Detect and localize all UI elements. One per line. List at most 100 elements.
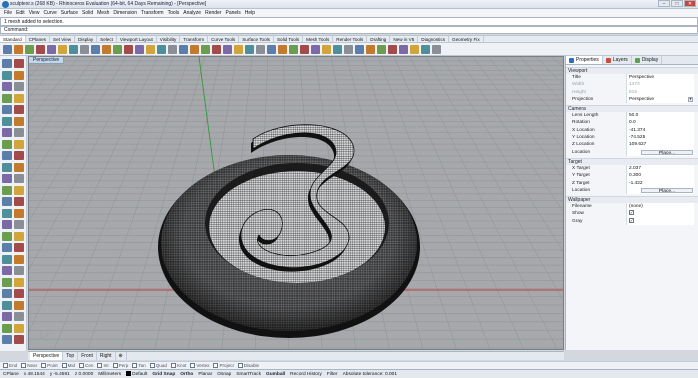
- property-value-title[interactable]: Perspective: [626, 74, 694, 82]
- viewtab-front[interactable]: Front: [78, 352, 97, 360]
- tab-set-view[interactable]: Set View: [50, 36, 76, 42]
- toolbar-tool-icon[interactable]: [388, 44, 397, 54]
- toolbar-tool-icon[interactable]: [25, 44, 34, 54]
- left-tool-icon[interactable]: [2, 128, 12, 137]
- left-tool-icon[interactable]: [14, 174, 24, 183]
- tab-display-panel[interactable]: Display: [632, 56, 663, 64]
- menu-render[interactable]: Render: [205, 10, 221, 16]
- menu-dimension[interactable]: Dimension: [113, 10, 137, 16]
- toolbar-tool-icon[interactable]: [212, 44, 221, 54]
- left-tool-icon[interactable]: [2, 243, 12, 252]
- tab-viewport-layout[interactable]: Viewport Layout: [117, 36, 157, 42]
- chevron-down-icon[interactable]: ▼: [688, 96, 693, 102]
- toolbar-tool-icon[interactable]: [278, 44, 287, 54]
- menu-solid[interactable]: Solid: [82, 10, 93, 16]
- toolbar-tool-icon[interactable]: [179, 44, 188, 54]
- toolbar-tool-icon[interactable]: [245, 44, 254, 54]
- osnap-near[interactable]: Near: [21, 363, 37, 368]
- place-button[interactable]: Place...: [641, 187, 693, 194]
- osnap-checkbox[interactable]: [132, 363, 138, 368]
- menu-view[interactable]: View: [29, 10, 40, 16]
- toolbar-tool-icon[interactable]: [69, 44, 78, 54]
- toolbar-tool-icon[interactable]: [355, 44, 364, 54]
- property-value-x-location[interactable]: -41.374: [626, 126, 694, 135]
- toolbar-tool-icon[interactable]: [234, 44, 243, 54]
- tab-mesh-tools[interactable]: Mesh Tools: [303, 36, 334, 42]
- osnap-disable[interactable]: Disable: [237, 363, 259, 368]
- toolbar-tool-icon[interactable]: [102, 44, 111, 54]
- left-tool-icon[interactable]: [2, 70, 12, 80]
- command-line[interactable]: Command:: [0, 26, 698, 34]
- left-tool-icon[interactable]: [14, 197, 24, 206]
- tab-new-in-v5[interactable]: New in V5: [390, 36, 419, 42]
- menu-edit[interactable]: Edit: [16, 10, 25, 16]
- toolbar-tool-icon[interactable]: [289, 44, 298, 54]
- left-tool-icon[interactable]: [2, 139, 12, 149]
- left-tool-icon[interactable]: [14, 105, 24, 114]
- left-tool-icon[interactable]: [14, 277, 24, 287]
- toolbar-tool-icon[interactable]: [157, 44, 166, 54]
- viewport-title[interactable]: Perspective: [29, 57, 65, 64]
- left-tool-icon[interactable]: [2, 185, 12, 195]
- toolbar-tool-icon[interactable]: [410, 44, 419, 54]
- toolbar-tool-icon[interactable]: [322, 44, 331, 54]
- mesh-object[interactable]: [158, 124, 420, 338]
- section-header-viewport[interactable]: Viewport: [566, 67, 698, 74]
- property-value-x-target[interactable]: 2.037: [626, 164, 694, 173]
- toolbar-tool-icon[interactable]: [399, 44, 408, 54]
- perspective-viewport[interactable]: Perspective: [28, 56, 564, 350]
- toolbar-tool-icon[interactable]: [256, 44, 265, 54]
- left-tool-icon[interactable]: [2, 116, 12, 126]
- place-button[interactable]: Place...: [641, 149, 693, 156]
- left-tool-icon[interactable]: [14, 59, 24, 68]
- toolbar-tool-icon[interactable]: [47, 44, 56, 54]
- property-value-rotation[interactable]: 0.0: [626, 119, 694, 127]
- left-tool-icon[interactable]: [2, 323, 12, 333]
- tab-select[interactable]: Select: [97, 36, 117, 42]
- toolbar-tool-icon[interactable]: [113, 44, 122, 54]
- left-tool-icon[interactable]: [2, 93, 12, 103]
- osnap-checkbox[interactable]: [213, 363, 219, 368]
- left-tool-icon[interactable]: [2, 208, 12, 218]
- show-checkbox[interactable]: ✓: [629, 210, 634, 216]
- tab-standard[interactable]: Standard: [0, 36, 26, 42]
- menu-transform[interactable]: Transform: [141, 10, 164, 16]
- menu-analyze[interactable]: Analyze: [183, 10, 201, 16]
- viewtab-top[interactable]: Top: [63, 352, 79, 360]
- left-tool-icon[interactable]: [14, 243, 24, 252]
- osnap-checkbox[interactable]: [79, 363, 85, 368]
- toolbar-tool-icon[interactable]: [124, 44, 133, 54]
- left-tool-icon[interactable]: [2, 289, 12, 298]
- osnap-checkbox[interactable]: [3, 363, 8, 368]
- osnap-quad[interactable]: Quad: [149, 363, 167, 368]
- menu-file[interactable]: File: [4, 10, 12, 16]
- toolbar-tool-icon[interactable]: [3, 44, 12, 54]
- section-header-camera[interactable]: Camera: [566, 105, 698, 113]
- toolbar-tool-icon[interactable]: [80, 44, 89, 54]
- osnap-point[interactable]: Point: [41, 363, 58, 368]
- left-tool-icon[interactable]: [14, 300, 24, 310]
- left-tool-icon[interactable]: [14, 323, 24, 333]
- gray-checkbox[interactable]: ✓: [629, 217, 634, 223]
- left-tool-icon[interactable]: [14, 82, 24, 91]
- osnap-checkbox[interactable]: [61, 363, 67, 368]
- tab-geometry-fix[interactable]: Geometry Fix: [449, 36, 484, 42]
- left-tool-icon[interactable]: [14, 116, 24, 126]
- left-tool-icon[interactable]: [14, 185, 24, 195]
- toolbar-tool-icon[interactable]: [14, 44, 23, 54]
- minimize-button[interactable]: –: [658, 0, 670, 7]
- viewtab-right[interactable]: Right: [97, 352, 116, 360]
- left-tool-icon[interactable]: [2, 300, 12, 310]
- status-layer[interactable]: Default: [126, 371, 147, 377]
- left-tool-icon[interactable]: [14, 335, 24, 344]
- left-tool-icon[interactable]: [14, 162, 24, 172]
- toolbar-tool-icon[interactable]: [432, 44, 441, 54]
- left-tool-icon[interactable]: [2, 82, 12, 91]
- close-button[interactable]: ✕: [684, 0, 696, 7]
- tab-visibility[interactable]: Visibility: [157, 36, 181, 42]
- left-tool-icon[interactable]: [2, 335, 12, 344]
- left-tool-icon[interactable]: [14, 151, 24, 160]
- tab-render-tools[interactable]: Render Tools: [333, 36, 368, 42]
- osnap-checkbox[interactable]: [190, 363, 196, 368]
- pane-grid-snap[interactable]: Grid Snap: [152, 372, 175, 377]
